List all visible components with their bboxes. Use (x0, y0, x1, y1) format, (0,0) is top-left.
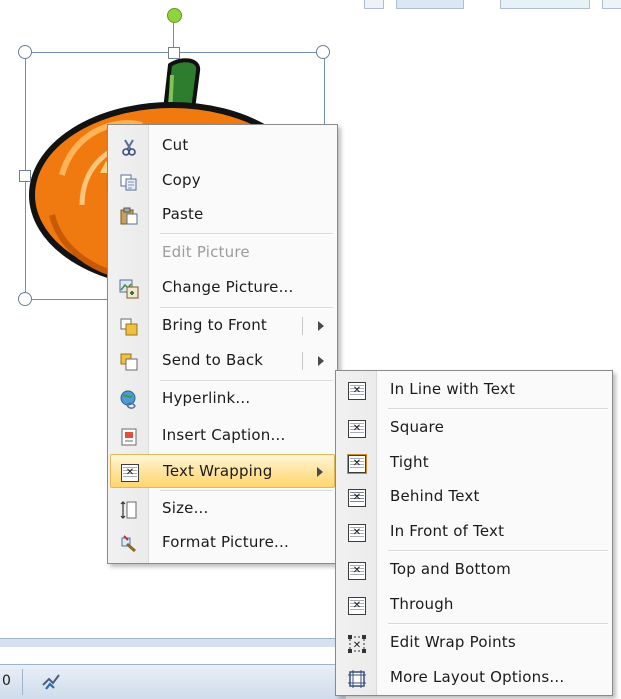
submenu-item-label: In Front of Text (390, 522, 505, 540)
wrap-tight-icon: ✕ (347, 454, 367, 474)
hyperlink-globe-icon (119, 390, 139, 410)
menu-item-label: Bring to Front (162, 316, 267, 334)
menu-separator (388, 550, 608, 552)
menu-item-label: Copy (162, 171, 201, 189)
format-picture-icon (119, 534, 139, 554)
menu-item-edit-picture[interactable]: Edit Picture (110, 236, 335, 270)
insert-caption-icon (119, 427, 139, 447)
menu-item-format-picture[interactable]: Format Picture... (110, 526, 335, 560)
submenu-item-in-front-of-text[interactable]: ✕ In Front of Text (338, 515, 610, 549)
paste-icon (119, 206, 139, 226)
wrap-inline-icon: ✕ (347, 381, 367, 401)
split-divider (302, 352, 303, 370)
text-wrapping-submenu: ✕ In Line with Text ✕ Square ✕ Tight ✕ B… (335, 370, 613, 696)
menu-item-insert-caption[interactable]: Insert Caption... (110, 419, 335, 453)
text-wrapping-icon: ✕ (120, 463, 140, 483)
ribbon-fragment-1 (364, 0, 384, 9)
status-bar: 0 (0, 664, 346, 699)
submenu-item-in-line[interactable]: ✕ In Line with Text (338, 373, 610, 407)
document-bottom-border (0, 638, 346, 647)
ribbon-fragment-2 (396, 0, 464, 9)
page-number-fragment: 0 (2, 673, 11, 689)
wrap-front-icon: ✕ (347, 523, 367, 543)
submenu-item-label: Square (390, 418, 445, 436)
wrap-behind-icon: ✕ (347, 488, 367, 508)
menu-item-hyperlink[interactable]: Hyperlink... (110, 382, 335, 416)
menu-item-label: Edit Picture (162, 243, 250, 261)
submenu-item-label: In Line with Text (390, 380, 516, 398)
ribbon-fragment-4 (602, 0, 621, 9)
submenu-item-square[interactable]: ✕ Square (338, 411, 610, 445)
submenu-item-behind-text[interactable]: ✕ Behind Text (338, 480, 610, 514)
submenu-arrow-icon[interactable] (318, 321, 324, 331)
submenu-arrow-icon[interactable] (318, 356, 324, 366)
change-picture-icon (119, 279, 139, 299)
submenu-item-label: Behind Text (390, 487, 480, 505)
menu-separator (388, 623, 608, 625)
wrap-through-icon: ✕ (347, 596, 367, 616)
submenu-item-label: Through (390, 595, 454, 613)
bring-to-front-icon (119, 317, 139, 337)
resize-handle-top-left[interactable] (18, 45, 32, 59)
submenu-arrow-icon (317, 467, 323, 477)
copy-icon (119, 172, 139, 192)
send-to-back-icon (119, 352, 139, 372)
menu-item-copy[interactable]: Copy (110, 164, 335, 198)
menu-item-label: Paste (162, 205, 204, 223)
rotate-handle[interactable] (167, 8, 182, 23)
submenu-item-label: More Layout Options... (390, 668, 565, 686)
size-icon (119, 500, 139, 520)
menu-separator (388, 408, 608, 410)
menu-item-cut[interactable]: Cut (110, 129, 335, 163)
submenu-item-label: Top and Bottom (390, 560, 511, 578)
menu-item-paste[interactable]: Paste (110, 198, 335, 232)
menu-item-label: Hyperlink... (162, 389, 251, 407)
scissors-icon (119, 137, 139, 157)
spelling-check-icon[interactable] (40, 671, 64, 693)
submenu-item-label: Tight (390, 453, 429, 471)
resize-handle-bottom-left[interactable] (18, 292, 32, 306)
menu-item-size[interactable]: Size... (110, 492, 335, 526)
submenu-item-more-layout-options[interactable]: More Layout Options... (338, 661, 610, 695)
svg-text:✕: ✕ (353, 640, 361, 651)
menu-item-label: Size... (162, 499, 209, 517)
submenu-item-edit-wrap-points[interactable]: ✕ Edit Wrap Points (338, 626, 610, 660)
status-divider (22, 669, 23, 695)
menu-item-change-picture[interactable]: Change Picture... (110, 271, 335, 305)
wrap-square-icon: ✕ (347, 419, 367, 439)
menu-item-label: Insert Caption... (162, 426, 286, 444)
ribbon-fragment-3 (500, 0, 590, 9)
resize-handle-top-right[interactable] (316, 45, 330, 59)
context-menu: Cut Copy Paste Edit Picture Change Pictu… (107, 124, 338, 564)
menu-item-label: Change Picture... (162, 278, 294, 296)
menu-item-text-wrapping[interactable]: ✕ Text Wrapping (110, 454, 335, 488)
submenu-item-tight[interactable]: ✕ Tight (338, 446, 610, 480)
layout-options-icon (347, 669, 367, 689)
menu-item-send-to-back[interactable]: Send to Back (110, 344, 335, 378)
menu-item-label: Cut (162, 136, 189, 154)
split-divider (302, 317, 303, 335)
submenu-item-label: Edit Wrap Points (390, 633, 516, 651)
resize-handle-left[interactable] (19, 170, 31, 182)
submenu-item-through[interactable]: ✕ Through (338, 588, 610, 622)
menu-item-bring-to-front[interactable]: Bring to Front (110, 309, 335, 343)
menu-item-label: Send to Back (162, 351, 264, 369)
submenu-item-top-and-bottom[interactable]: ✕ Top and Bottom (338, 553, 610, 587)
menu-item-label: Format Picture... (162, 533, 289, 551)
menu-separator (160, 233, 333, 235)
wrap-top-bottom-icon: ✕ (347, 561, 367, 581)
resize-handle-top[interactable] (168, 47, 180, 59)
menu-item-label: Text Wrapping (163, 462, 273, 480)
edit-wrap-points-icon: ✕ (347, 634, 367, 654)
